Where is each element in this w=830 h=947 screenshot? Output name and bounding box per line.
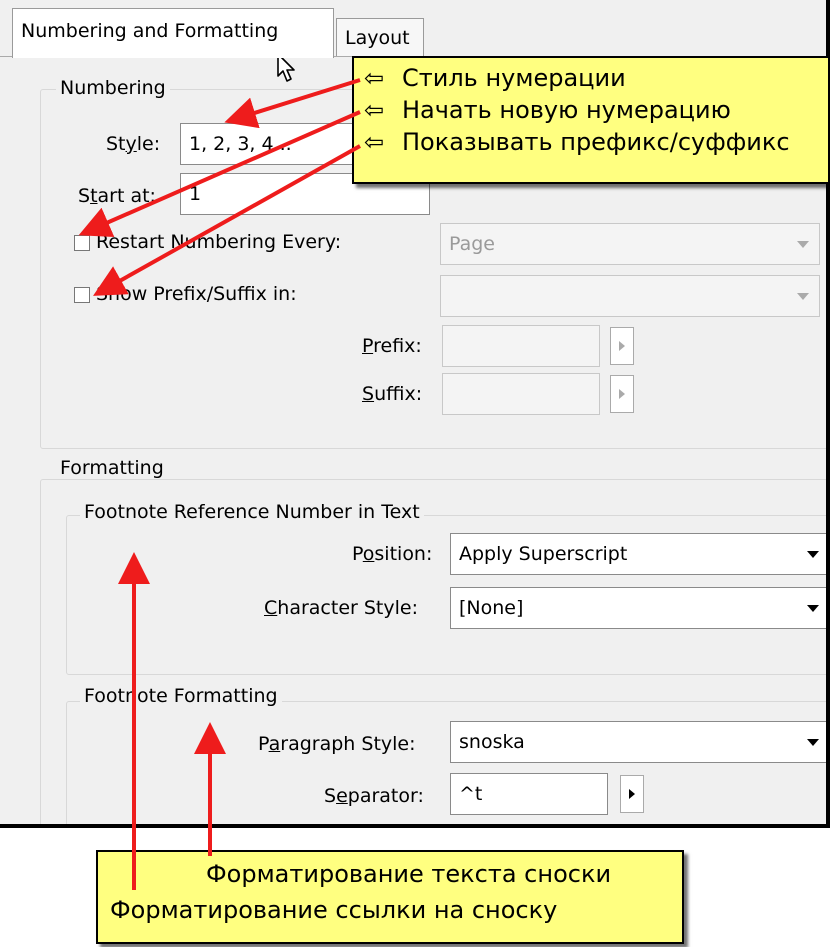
tab-numbering-and-formatting[interactable]: Numbering and Formatting [12,8,334,58]
arrow-left-icon: ⇦ [364,96,385,124]
character-style-select[interactable]: [None] [450,587,826,629]
callout-top: ⇦ Стиль нумерации ⇦ Начать новую нумерацию… [352,56,830,184]
style-select[interactable]: 1, 2, 3, 4... [180,123,360,165]
suffix-label: Suffix: [362,383,423,405]
play-icon [619,389,625,399]
arrow-left-icon: ⇦ [364,128,385,156]
numbering-group-label: Numbering [56,77,170,99]
restart-numbering-select[interactable]: Page [440,223,820,265]
prefix-label: Prefix: [362,335,422,357]
chevron-down-icon [797,241,809,248]
show-prefix-suffix-label: Show Prefix/Suffix in: [96,283,297,305]
prefix-field[interactable] [442,325,600,367]
chevron-down-icon [797,293,809,300]
formatting-group-label: Formatting [56,457,168,479]
footnote-formatting-group-label: Footnote Formatting [80,685,282,707]
character-style-label: Character Style: [264,597,418,619]
restart-numbering-label: Restart Numbering Every: [96,231,342,253]
tab-layout[interactable]: Layout [336,18,424,56]
play-icon [629,789,635,799]
callout-line-footnote-text: Форматирование текста сноски [206,860,612,888]
style-label: Style: [106,133,161,155]
chevron-down-icon [807,551,819,558]
suffix-field[interactable] [442,373,600,415]
callout-bottom: Форматирование текста сноски Форматирова… [96,850,684,944]
show-prefix-suffix-checkbox[interactable] [74,287,90,303]
tab-label: Numbering and Formatting [21,20,279,42]
play-icon [619,341,625,351]
callout-line-footnote-reference: Форматирование ссылки на сноску [110,896,558,924]
callout-line-style: ⇦ Стиль нумерации [364,64,626,92]
prefix-suffix-location-select[interactable] [440,275,820,317]
callout-line-restart: ⇦ Начать новую нумерацию [364,96,731,124]
reference-number-group-label: Footnote Reference Number in Text [80,501,424,523]
paragraph-style-label: Paragraph Style: [258,733,416,755]
separator-insert-special-button[interactable] [620,775,644,813]
suffix-insert-special-button[interactable] [610,375,634,413]
position-select[interactable]: Apply Superscript [450,533,826,575]
position-label: Position: [352,543,433,565]
chevron-down-icon [807,739,819,746]
callout-line-prefix: ⇦ Показывать префикс/суффикс [364,128,790,156]
paragraph-style-select[interactable]: snoska [450,721,826,763]
start-at-label: Start at: [78,185,156,207]
restart-numbering-checkbox[interactable] [74,235,90,251]
arrow-left-icon: ⇦ [364,64,385,92]
tab-bar: Numbering and Formatting Layout [0,0,826,60]
chevron-down-icon [807,605,819,612]
separator-label: Separator: [324,785,424,807]
prefix-insert-special-button[interactable] [610,327,634,365]
tab-label: Layout [345,27,410,49]
separator-field[interactable]: ^t [450,773,608,815]
